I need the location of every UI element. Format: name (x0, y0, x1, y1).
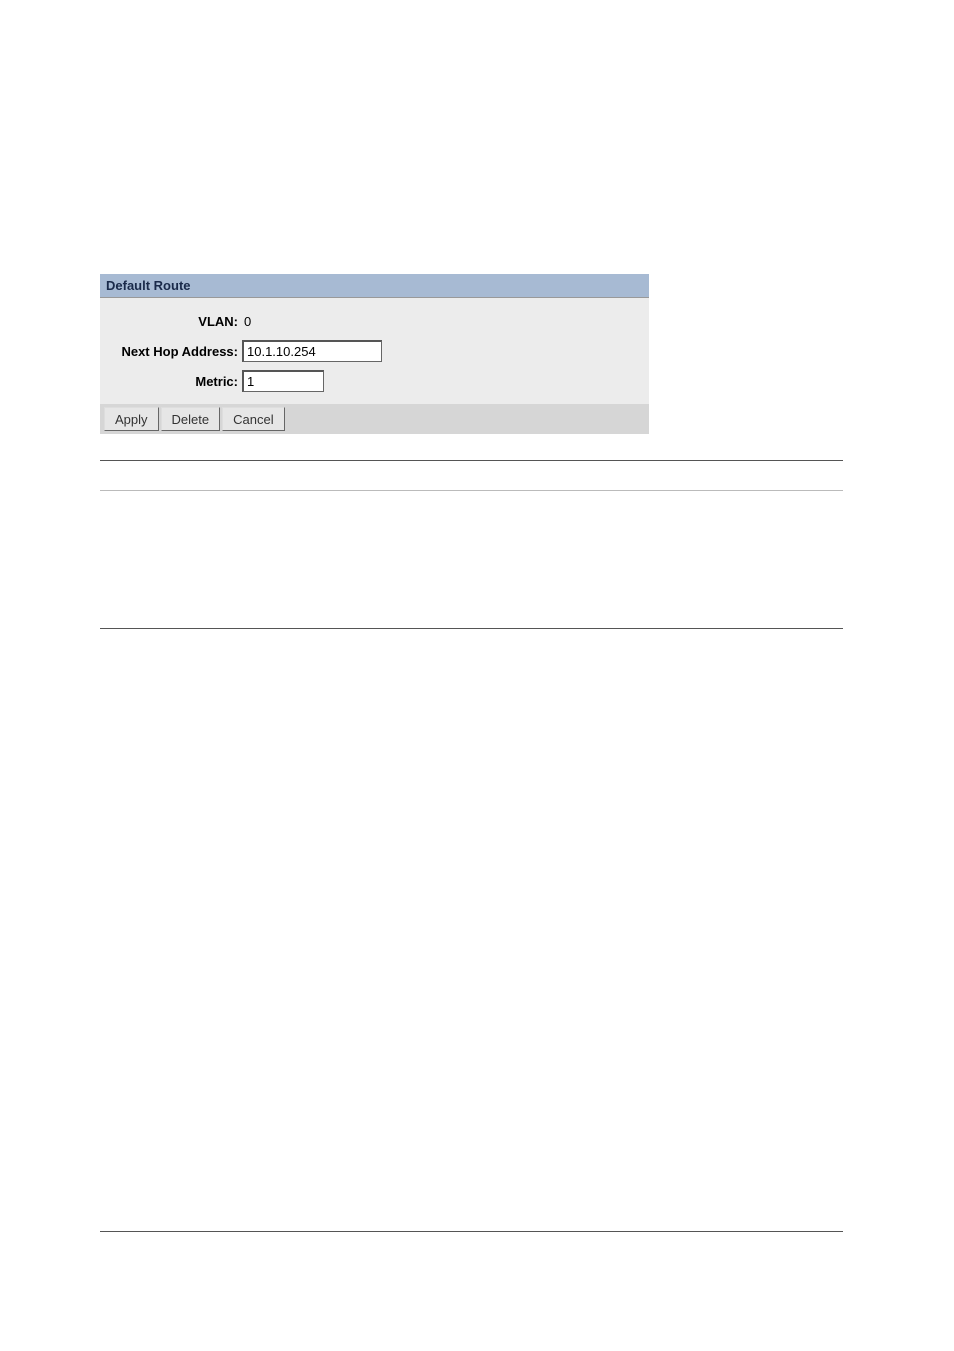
default-route-panel: Default Route VLAN: 0 Next Hop Address: … (100, 274, 649, 434)
nexthop-input[interactable] (242, 340, 382, 362)
delete-button[interactable]: Delete (161, 407, 221, 431)
divider-2 (100, 490, 843, 491)
metric-input[interactable] (242, 370, 324, 392)
button-row: Apply Delete Cancel (100, 404, 649, 434)
panel-body: VLAN: 0 Next Hop Address: Metric: (100, 298, 649, 404)
cancel-button[interactable]: Cancel (222, 407, 284, 431)
vlan-row: VLAN: 0 (104, 308, 645, 334)
divider-1 (100, 460, 843, 461)
nexthop-label: Next Hop Address: (104, 344, 242, 359)
metric-label: Metric: (104, 374, 242, 389)
metric-row: Metric: (104, 368, 645, 394)
divider-3 (100, 628, 843, 629)
nexthop-row: Next Hop Address: (104, 338, 645, 364)
vlan-label: VLAN: (104, 314, 242, 329)
panel-title: Default Route (100, 274, 649, 298)
apply-button[interactable]: Apply (104, 407, 159, 431)
divider-4 (100, 1231, 843, 1232)
vlan-value: 0 (242, 314, 251, 329)
